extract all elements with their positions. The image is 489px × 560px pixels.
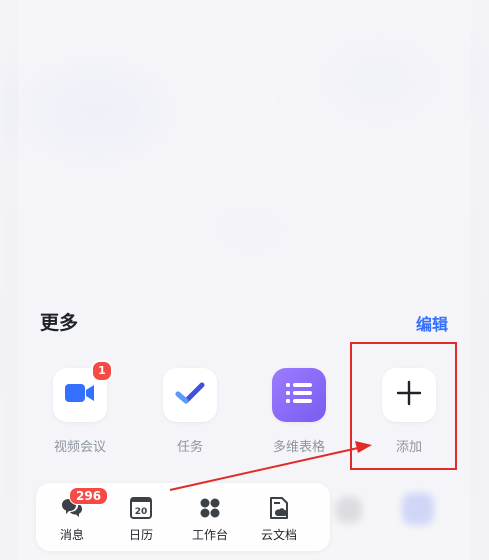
unread-badge: 296: [69, 487, 109, 505]
calendar-icon: 20: [129, 497, 153, 519]
tab-calendar[interactable]: 20 日历: [111, 497, 171, 543]
edit-button[interactable]: 编辑: [416, 311, 448, 335]
app-label: 任务: [176, 440, 203, 455]
tab-workspace[interactable]: 工作台: [180, 497, 240, 543]
calendar-date-text: 20: [135, 507, 148, 517]
cloud-doc-icon: [267, 497, 291, 519]
checkmark-icon: [175, 381, 205, 409]
tab-label: 日历: [128, 528, 153, 542]
list-icon: [286, 382, 312, 408]
app-badge: 1: [91, 360, 113, 382]
app-label: 多维表格: [272, 440, 325, 455]
bottom-tab-bar: 296 消息 20 日历 工作台 云文档: [36, 483, 330, 551]
app-bitable[interactable]: 多维表格: [259, 368, 339, 455]
more-panel: [18, 0, 471, 560]
app-label: 视频会议: [53, 440, 106, 455]
tab-messages[interactable]: 296 消息: [42, 487, 109, 543]
app-video-meeting-icon-box: 1: [53, 360, 113, 422]
app-task-icon-box: [163, 368, 217, 422]
video-camera-icon: [65, 382, 95, 408]
workspace-grid-icon: [198, 497, 222, 519]
app-task[interactable]: 任务: [150, 368, 230, 455]
highlight-box: [350, 342, 457, 470]
blurred-shape: [402, 493, 434, 525]
section-title: 更多: [40, 312, 79, 334]
screen: 更多 编辑 1 视频会议 任务 多维表格 添加 296 消息 20 日历 工作台…: [0, 0, 489, 560]
app-bitable-icon-box: [272, 368, 326, 422]
blurred-shape: [336, 497, 362, 523]
tab-label: 工作台: [191, 528, 228, 542]
tab-label: 云文档: [260, 528, 297, 542]
chat-bubbles-icon: 296: [60, 487, 109, 519]
app-video-meeting[interactable]: 1 视频会议: [40, 360, 120, 455]
tab-label: 消息: [59, 528, 84, 542]
tab-cloud-docs[interactable]: 云文档: [249, 497, 309, 543]
